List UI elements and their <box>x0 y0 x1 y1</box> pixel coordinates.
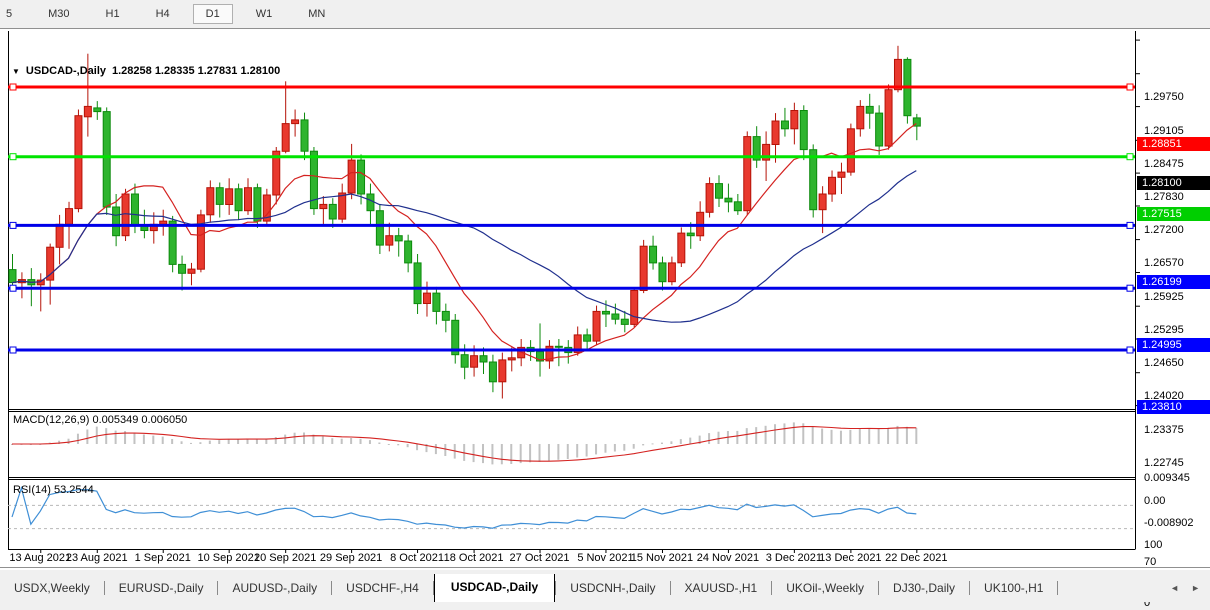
chart-tabs-bar: USDX,WeeklyEURUSD-,DailyAUDUSD-,DailyUSD… <box>0 569 1210 602</box>
rsi-axis-label: 70 <box>1144 555 1156 569</box>
tab-xauusd-h1[interactable]: XAUUSD-,H1 <box>671 575 772 602</box>
price-axis-label: 1.27200 <box>1144 223 1184 237</box>
macd-axis-label: 0.00 <box>1144 494 1165 508</box>
tab-eurusd-daily[interactable]: EURUSD-,Daily <box>105 575 218 602</box>
symbol-dropdown-icon[interactable]: ▼ <box>12 67 20 76</box>
rsi-panel-resize-handle[interactable] <box>8 475 1135 482</box>
timeframe-button-d1[interactable]: D1 <box>193 4 233 24</box>
price-axis-label: 1.28475 <box>1144 157 1184 171</box>
macd-indicator-label: MACD(12,26,9) 0.005349 0.006050 <box>13 414 187 426</box>
tab-scroll-right-icon[interactable]: ► <box>1191 584 1200 593</box>
price-badge-1.24995: 1.24995 <box>1137 338 1210 352</box>
macd-panel-resize-handle[interactable] <box>8 407 1135 414</box>
chart-tabs: USDX,WeeklyEURUSD-,DailyAUDUSD-,DailyUSD… <box>0 574 1170 602</box>
chart-ohlc-values: 1.28258 1.28335 1.27831 1.28100 <box>112 65 280 77</box>
price-axis-label: 1.24650 <box>1144 356 1184 370</box>
timeframe-button-w1[interactable]: W1 <box>243 4 286 24</box>
chart-window: ▼ USDCAD-,Daily 1.28258 1.28335 1.27831 … <box>0 28 1210 570</box>
price-badge-1.28851: 1.28851 <box>1137 137 1210 151</box>
timeframe-button-m30[interactable]: M30 <box>35 4 82 24</box>
price-axis-label: 1.27830 <box>1144 190 1184 204</box>
tab-scroll-left-icon[interactable]: ◄ <box>1170 584 1179 593</box>
tab-audusd-daily[interactable]: AUDUSD-,Daily <box>218 575 331 602</box>
macd-axis-label: 0.009345 <box>1144 471 1190 485</box>
price-badge-1.26199: 1.26199 <box>1137 275 1210 289</box>
price-axis-label: 1.29750 <box>1144 90 1184 104</box>
price-badge-1.28100: 1.28100 <box>1137 176 1210 190</box>
rsi-axis-label: 100 <box>1144 538 1162 552</box>
tab-dj30-daily[interactable]: DJ30-,Daily <box>879 575 969 602</box>
price-axis-label: 1.29105 <box>1144 124 1184 138</box>
timeframe-toolbar: 5 M30 H1 H4 D1 W1 MN <box>0 0 1210 29</box>
chart-title-bar: ▼ USDCAD-,Daily 1.28258 1.28335 1.27831 … <box>12 65 280 77</box>
tab-usdcad-daily[interactable]: USDCAD-,Daily <box>434 574 555 602</box>
tab-usdchf-h4[interactable]: USDCHF-,H4 <box>332 575 433 602</box>
mt4-window: 5 M30 H1 H4 D1 W1 MN ▼ USDCAD-,Daily 1.28258 1… <box>0 0 1210 601</box>
rsi-indicator-label: RSI(14) 53.2544 <box>13 484 94 496</box>
price-badge-1.23810: 1.23810 <box>1137 400 1210 414</box>
price-axis-label: 1.22745 <box>1144 456 1184 470</box>
tab-scroll-arrows: ◄ ► <box>1170 584 1200 593</box>
timeframe-button-h4[interactable]: H4 <box>143 4 183 24</box>
tab-uk100-h1[interactable]: UK100-,H1 <box>970 575 1057 602</box>
tab-usdcnh-daily[interactable]: USDCNH-,Daily <box>556 575 669 602</box>
tab-usdx-weekly[interactable]: USDX,Weekly <box>0 575 104 602</box>
timeframe-button-5[interactable]: 5 <box>0 4 25 24</box>
timeframe-button-mn[interactable]: MN <box>295 4 338 24</box>
price-axis-label: 1.25295 <box>1144 323 1184 337</box>
macd-axis-label: -0.008902 <box>1144 516 1194 530</box>
tab-ukoil-weekly[interactable]: UKOil-,Weekly <box>772 575 878 602</box>
price-badge-1.27515: 1.27515 <box>1137 207 1210 221</box>
price-axis-label: 1.23375 <box>1144 423 1184 437</box>
timeframe-button-h1[interactable]: H1 <box>93 4 133 24</box>
price-axis-label: 1.25925 <box>1144 290 1184 304</box>
tab-separator <box>1057 581 1058 595</box>
date-axis-label: 22 Dec 2021 <box>876 552 956 564</box>
price-axis-label: 1.26570 <box>1144 256 1184 270</box>
chart-symbol-label: USDCAD-,Daily <box>26 65 106 77</box>
